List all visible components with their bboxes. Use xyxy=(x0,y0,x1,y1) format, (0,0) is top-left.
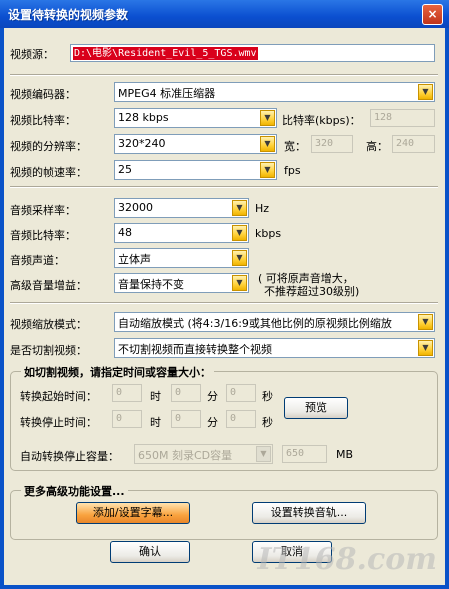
chevron-down-icon[interactable]: ▼ xyxy=(260,136,275,152)
chevron-down-icon[interactable]: ▼ xyxy=(232,275,247,291)
video-bitrate-label: 视频比特率： xyxy=(10,114,76,127)
start-time-label: 转换起始时间： xyxy=(20,390,97,403)
size-field[interactable]: 650 xyxy=(282,445,327,463)
divider xyxy=(10,74,438,76)
samplerate-unit: Hz xyxy=(255,202,270,215)
volume-gain-value: 音量保持不变 xyxy=(118,278,184,291)
stop-minute-field[interactable]: 0 xyxy=(171,410,201,428)
audio-channel-value: 立体声 xyxy=(118,253,151,266)
divider xyxy=(10,186,438,188)
auto-stop-select[interactable]: 650M 刻录CD容量 ▼ xyxy=(134,444,273,464)
hour-unit: 时 xyxy=(150,390,161,403)
cut-video-select[interactable]: 不切割视频而直接转换整个视频 ▼ xyxy=(114,338,435,358)
audio-bitrate-label: 音频比特率： xyxy=(10,229,76,242)
start-minute-field[interactable]: 0 xyxy=(171,384,201,402)
add-subtitle-button[interactable]: 添加/设置字幕... xyxy=(76,502,190,524)
resolution-label: 视频的分辨率： xyxy=(10,140,87,153)
volume-gain-note-2: 不推荐超过30级别) xyxy=(264,285,360,298)
dialog-body: 视频源： D:\电影\Resident_Evil_5_TGS.wmv 视频编码器… xyxy=(4,28,445,585)
dialog-window: 设置待转换的视频参数 × 视频源： D:\电影\Resident_Evil_5_… xyxy=(0,0,449,589)
start-hour-field[interactable]: 0 xyxy=(112,384,142,402)
preview-button[interactable]: 预览 xyxy=(284,397,348,419)
height-label: 高： xyxy=(366,140,388,153)
start-second-field[interactable]: 0 xyxy=(226,384,256,402)
second-unit: 秒 xyxy=(262,390,273,403)
bitrate-kbps-label: 比特率(kbps)： xyxy=(282,114,361,127)
chevron-down-icon[interactable]: ▼ xyxy=(260,110,275,126)
chevron-down-icon[interactable]: ▼ xyxy=(256,446,271,462)
window-title: 设置待转换的视频参数 xyxy=(8,8,129,22)
cut-video-value: 不切割视频而直接转换整个视频 xyxy=(118,343,272,356)
video-bitrate-select[interactable]: 128 kbps ▼ xyxy=(114,108,277,128)
fps-unit: fps xyxy=(284,164,301,177)
stop-second-field[interactable]: 0 xyxy=(226,410,256,428)
advanced-settings-caption: 更多高级功能设置... xyxy=(21,483,128,499)
chevron-down-icon[interactable]: ▼ xyxy=(232,225,247,241)
auto-stop-label: 自动转换停止容量： xyxy=(20,450,119,463)
scale-mode-label: 视频缩放模式： xyxy=(10,318,87,331)
fps-label: 视频的帧速率： xyxy=(10,166,87,179)
auto-stop-value: 650M 刻录CD容量 xyxy=(138,449,233,462)
video-encoder-value: MPEG4 标准压缩器 xyxy=(118,87,216,100)
resolution-value: 320*240 xyxy=(118,137,166,150)
title-bar[interactable]: 设置待转换的视频参数 × xyxy=(0,0,449,28)
width-field[interactable]: 320 xyxy=(311,135,353,153)
stop-hour-field[interactable]: 0 xyxy=(112,410,142,428)
chevron-down-icon[interactable]: ▼ xyxy=(418,314,433,330)
video-encoder-label: 视频编码器： xyxy=(10,88,76,101)
chevron-down-icon[interactable]: ▼ xyxy=(418,84,433,100)
stop-time-label: 转换停止时间： xyxy=(20,416,97,429)
fps-value: 25 xyxy=(118,163,132,176)
source-label: 视频源： xyxy=(10,48,54,61)
audio-samplerate-value: 32000 xyxy=(118,201,153,214)
minute-unit: 分 xyxy=(207,390,218,403)
chevron-down-icon[interactable]: ▼ xyxy=(418,340,433,356)
cut-settings-caption: 如切割视频，请指定时间或容量大小： xyxy=(21,364,214,380)
source-path-value: D:\电影\Resident_Evil_5_TGS.wmv xyxy=(73,47,258,60)
width-label: 宽： xyxy=(284,140,306,153)
audio-track-button[interactable]: 设置转换音轨... xyxy=(252,502,366,524)
audio-channel-select[interactable]: 立体声 ▼ xyxy=(114,248,249,268)
audio-bitrate-select[interactable]: 48 ▼ xyxy=(114,223,249,243)
ok-button[interactable]: 确认 xyxy=(110,541,190,563)
video-bitrate-value: 128 kbps xyxy=(118,111,169,124)
volume-gain-select[interactable]: 音量保持不变 ▼ xyxy=(114,273,249,293)
minute-unit: 分 xyxy=(207,416,218,429)
advanced-settings-group: 更多高级功能设置... xyxy=(10,483,438,540)
audio-channel-label: 音频声道： xyxy=(10,254,65,267)
volume-gain-label: 高级音量增益： xyxy=(10,279,87,292)
height-field[interactable]: 240 xyxy=(392,135,435,153)
audio-samplerate-select[interactable]: 32000 ▼ xyxy=(114,198,249,218)
scale-mode-value: 自动缩放模式 (将4:3/16:9或其他比例的原视频比例缩放 xyxy=(118,317,392,330)
bitrate-kbps-field[interactable]: 128 xyxy=(370,109,435,127)
source-path-field[interactable]: D:\电影\Resident_Evil_5_TGS.wmv xyxy=(70,44,435,62)
chevron-down-icon[interactable]: ▼ xyxy=(232,200,247,216)
audio-samplerate-label: 音频采样率： xyxy=(10,204,76,217)
watermark-logo: IT168.com xyxy=(257,542,437,577)
audio-bitrate-value: 48 xyxy=(118,226,132,239)
resolution-select[interactable]: 320*240 ▼ xyxy=(114,134,277,154)
scale-mode-select[interactable]: 自动缩放模式 (将4:3/16:9或其他比例的原视频比例缩放 ▼ xyxy=(114,312,435,332)
second-unit: 秒 xyxy=(262,416,273,429)
audio-bitrate-unit: kbps xyxy=(255,227,282,240)
chevron-down-icon[interactable]: ▼ xyxy=(260,162,275,178)
fps-select[interactable]: 25 ▼ xyxy=(114,160,277,180)
close-button[interactable]: × xyxy=(422,4,443,25)
video-encoder-select[interactable]: MPEG4 标准压缩器 ▼ xyxy=(114,82,435,102)
chevron-down-icon[interactable]: ▼ xyxy=(232,250,247,266)
cut-video-label: 是否切割视频： xyxy=(10,344,87,357)
size-unit: MB xyxy=(336,448,354,461)
hour-unit: 时 xyxy=(150,416,161,429)
divider xyxy=(10,302,438,304)
